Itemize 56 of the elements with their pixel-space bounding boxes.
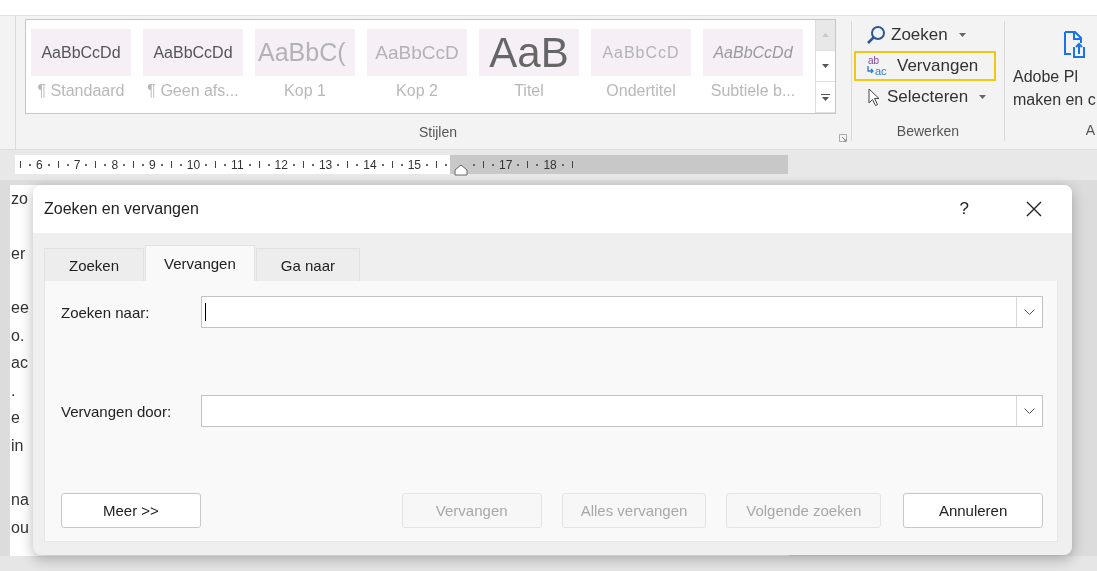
- group-label: A: [1085, 122, 1095, 138]
- text-field[interactable]: [201, 395, 1043, 427]
- document-text: zo: [11, 189, 28, 209]
- document-text: na: [11, 490, 29, 510]
- dialog-tab[interactable]: Zoeken: [44, 248, 145, 281]
- dialog-button[interactable]: Annuleren: [903, 493, 1043, 528]
- group-label: Bewerken: [896, 122, 960, 139]
- document-text: e: [11, 408, 20, 428]
- ribbon-command[interactable]: Selecteren: [854, 82, 996, 112]
- ruler-number: 17: [498, 157, 514, 172]
- ruler-number: 9: [148, 157, 157, 172]
- document-text: er: [11, 243, 26, 264]
- dialog-tab[interactable]: Ga naar: [255, 248, 360, 281]
- field-label: Zoeken naar:: [61, 303, 151, 321]
- ribbon-command[interactable]: Zoeken: [854, 20, 996, 50]
- dialog-title: Zoeken en vervangen: [44, 200, 200, 218]
- style-item[interactable]: AaBbCcDd ¶ Standaard: [31, 29, 143, 113]
- ruler-number: 18: [542, 157, 558, 172]
- close-icon[interactable]: [1026, 201, 1042, 217]
- document-text: .: [11, 380, 16, 401]
- field-label: Vervangen door:: [61, 402, 173, 420]
- style-item[interactable]: AaBbCcDd ¶ Geen afs...: [143, 29, 255, 113]
- cursor-icon: [866, 87, 882, 107]
- ruler-number: 10: [185, 157, 202, 172]
- dialog-button[interactable]: Meer >>: [61, 493, 201, 528]
- document-export-icon: [1063, 30, 1085, 58]
- help-button[interactable]: ?: [959, 199, 969, 219]
- ribbon-command[interactable]: ab ac Vervangen: [854, 51, 996, 81]
- up-arrow-icon: [822, 33, 829, 37]
- document-text: ac: [11, 353, 28, 373]
- dialog-tab[interactable]: Vervangen: [145, 245, 255, 281]
- style-item[interactable]: AaB Titel: [479, 29, 591, 113]
- ruler-number: 11: [230, 157, 245, 172]
- text-field[interactable]: [201, 296, 1043, 328]
- document-text: ou: [11, 517, 29, 538]
- ruler-number: 13: [317, 157, 334, 172]
- ruler-number: 7: [72, 157, 82, 172]
- group-label: Stijlen: [418, 123, 458, 140]
- document-text: o.: [11, 325, 25, 346]
- chevron-down-icon: [1024, 309, 1035, 315]
- ruler-number: 14: [362, 157, 378, 172]
- document-text: ee: [11, 298, 29, 318]
- ruler-number: 12: [273, 157, 289, 172]
- caret-icon: [979, 95, 987, 99]
- ruler-number: 8: [110, 157, 120, 172]
- caret-icon: [958, 33, 966, 37]
- dialog-launcher-icon[interactable]: [839, 134, 847, 142]
- ribbon-command[interactable]: Adobe Pl maken en c: [1005, 16, 1097, 111]
- expand-icon: [821, 93, 830, 101]
- search-icon: [866, 25, 886, 45]
- down-arrow-icon: [822, 64, 829, 68]
- document-text: in: [11, 435, 24, 456]
- ruler-number: 6: [35, 157, 44, 172]
- ruler-number: 15: [406, 157, 422, 172]
- chevron-down-icon: [1024, 408, 1035, 414]
- indent-marker-icon[interactable]: [454, 163, 468, 176]
